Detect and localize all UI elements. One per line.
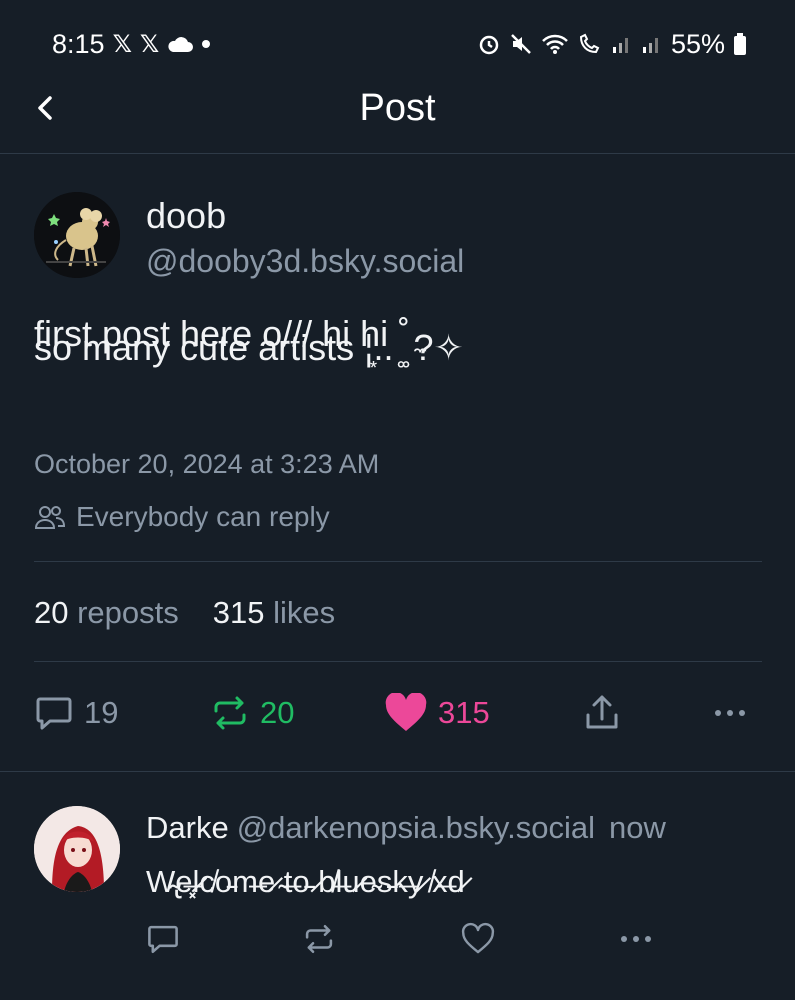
repost-icon xyxy=(214,696,246,730)
repost-button[interactable]: 20 xyxy=(210,693,294,733)
divider xyxy=(34,661,762,662)
reply-meta: Darke @darkenopsia.bsky.social now xyxy=(146,810,666,846)
author-handle[interactable]: @dooby3d.bsky.social xyxy=(146,243,464,280)
clock: 8:15 xyxy=(52,28,105,59)
likes-stat[interactable]: 315 likes xyxy=(213,595,335,631)
reply-post[interactable]: Darke @darkenopsia.bsky.social now W̴̢e̶͓l… xyxy=(0,772,795,1000)
like-count: 315 xyxy=(438,695,490,730)
reposts-label: reposts xyxy=(77,595,179,630)
heart-outline-icon xyxy=(461,922,495,954)
post-actions: 19 20 315 xyxy=(34,693,762,743)
reply-like-button[interactable] xyxy=(460,922,496,961)
wifi-icon xyxy=(542,34,568,54)
reply-time: now xyxy=(609,810,666,845)
reply-count: 19 xyxy=(84,695,119,730)
signal-icon xyxy=(642,38,658,53)
repost-count: 20 xyxy=(260,695,295,730)
post-text: first post here o/// hi hi ˚ ̼ so many c… xyxy=(34,313,754,423)
reposts-stat[interactable]: 20 reposts xyxy=(34,595,179,631)
battery-text: 55% xyxy=(670,28,725,59)
like-button[interactable]: 315 xyxy=(384,693,490,733)
share-icon xyxy=(586,695,618,729)
reply-author-handle[interactable]: @darkenopsia.bsky.social xyxy=(237,810,595,845)
reply-more-button[interactable] xyxy=(616,922,656,961)
battery-icon xyxy=(734,33,746,55)
repost-icon xyxy=(305,924,333,954)
avatar[interactable] xyxy=(34,806,120,892)
anime-avatar-icon xyxy=(34,806,120,892)
chevron-left-icon xyxy=(38,96,52,120)
more-icon xyxy=(715,710,745,716)
reply-setting[interactable]: Everybody can reply xyxy=(34,501,330,533)
dot-icon xyxy=(202,40,211,48)
likes-label: likes xyxy=(273,595,336,630)
reply-repost-button[interactable] xyxy=(302,922,336,961)
reply-author-name[interactable]: Darke xyxy=(146,810,229,845)
comment-icon xyxy=(148,925,178,954)
alarm-icon xyxy=(479,35,499,55)
post-stats: 20 reposts 315 likes xyxy=(34,595,335,631)
signal-icon xyxy=(612,38,628,53)
reply-actions xyxy=(146,922,756,962)
reply-reply-button[interactable] xyxy=(146,922,180,961)
avatar[interactable] xyxy=(34,192,120,278)
reposts-count: 20 xyxy=(34,595,69,630)
status-right: 55% xyxy=(477,29,747,60)
divider xyxy=(34,561,762,562)
heart-icon xyxy=(385,693,427,731)
reply-setting-label: Everybody can reply xyxy=(76,501,330,532)
status-left: 8:15 𝕏 𝕏 xyxy=(52,29,211,60)
x-icon: 𝕏 xyxy=(112,30,132,58)
back-button[interactable] xyxy=(28,90,64,126)
post-text-line-2: so many cute artists ¦͙.. ͚͚ ?✧ xyxy=(34,327,464,368)
likes-count: 315 xyxy=(212,595,265,630)
cloud-icon xyxy=(168,37,194,52)
header: Post xyxy=(0,64,795,154)
wifi-call-icon xyxy=(579,33,600,54)
x-icon: 𝕏 xyxy=(139,30,160,58)
comment-icon xyxy=(36,697,72,730)
mute-icon xyxy=(511,34,531,54)
more-button[interactable] xyxy=(710,693,750,733)
post-date: October 20, 2024 at 3:23 AM xyxy=(34,449,380,479)
reply-text: W̴̢e̶͓l̷c̸o̵m̶e̷ ̴t̶o̵ ̷b̸l̶u̷e̴s̵k̶y̷ ̸… xyxy=(146,864,465,899)
share-button[interactable] xyxy=(582,693,622,733)
author-name[interactable]: doob xyxy=(146,195,226,237)
more-icon xyxy=(621,936,651,942)
reply-button[interactable]: 19 xyxy=(34,693,118,733)
page-title: Post xyxy=(359,87,436,129)
mouse-avatar-icon xyxy=(34,192,120,278)
users-icon xyxy=(34,506,66,529)
